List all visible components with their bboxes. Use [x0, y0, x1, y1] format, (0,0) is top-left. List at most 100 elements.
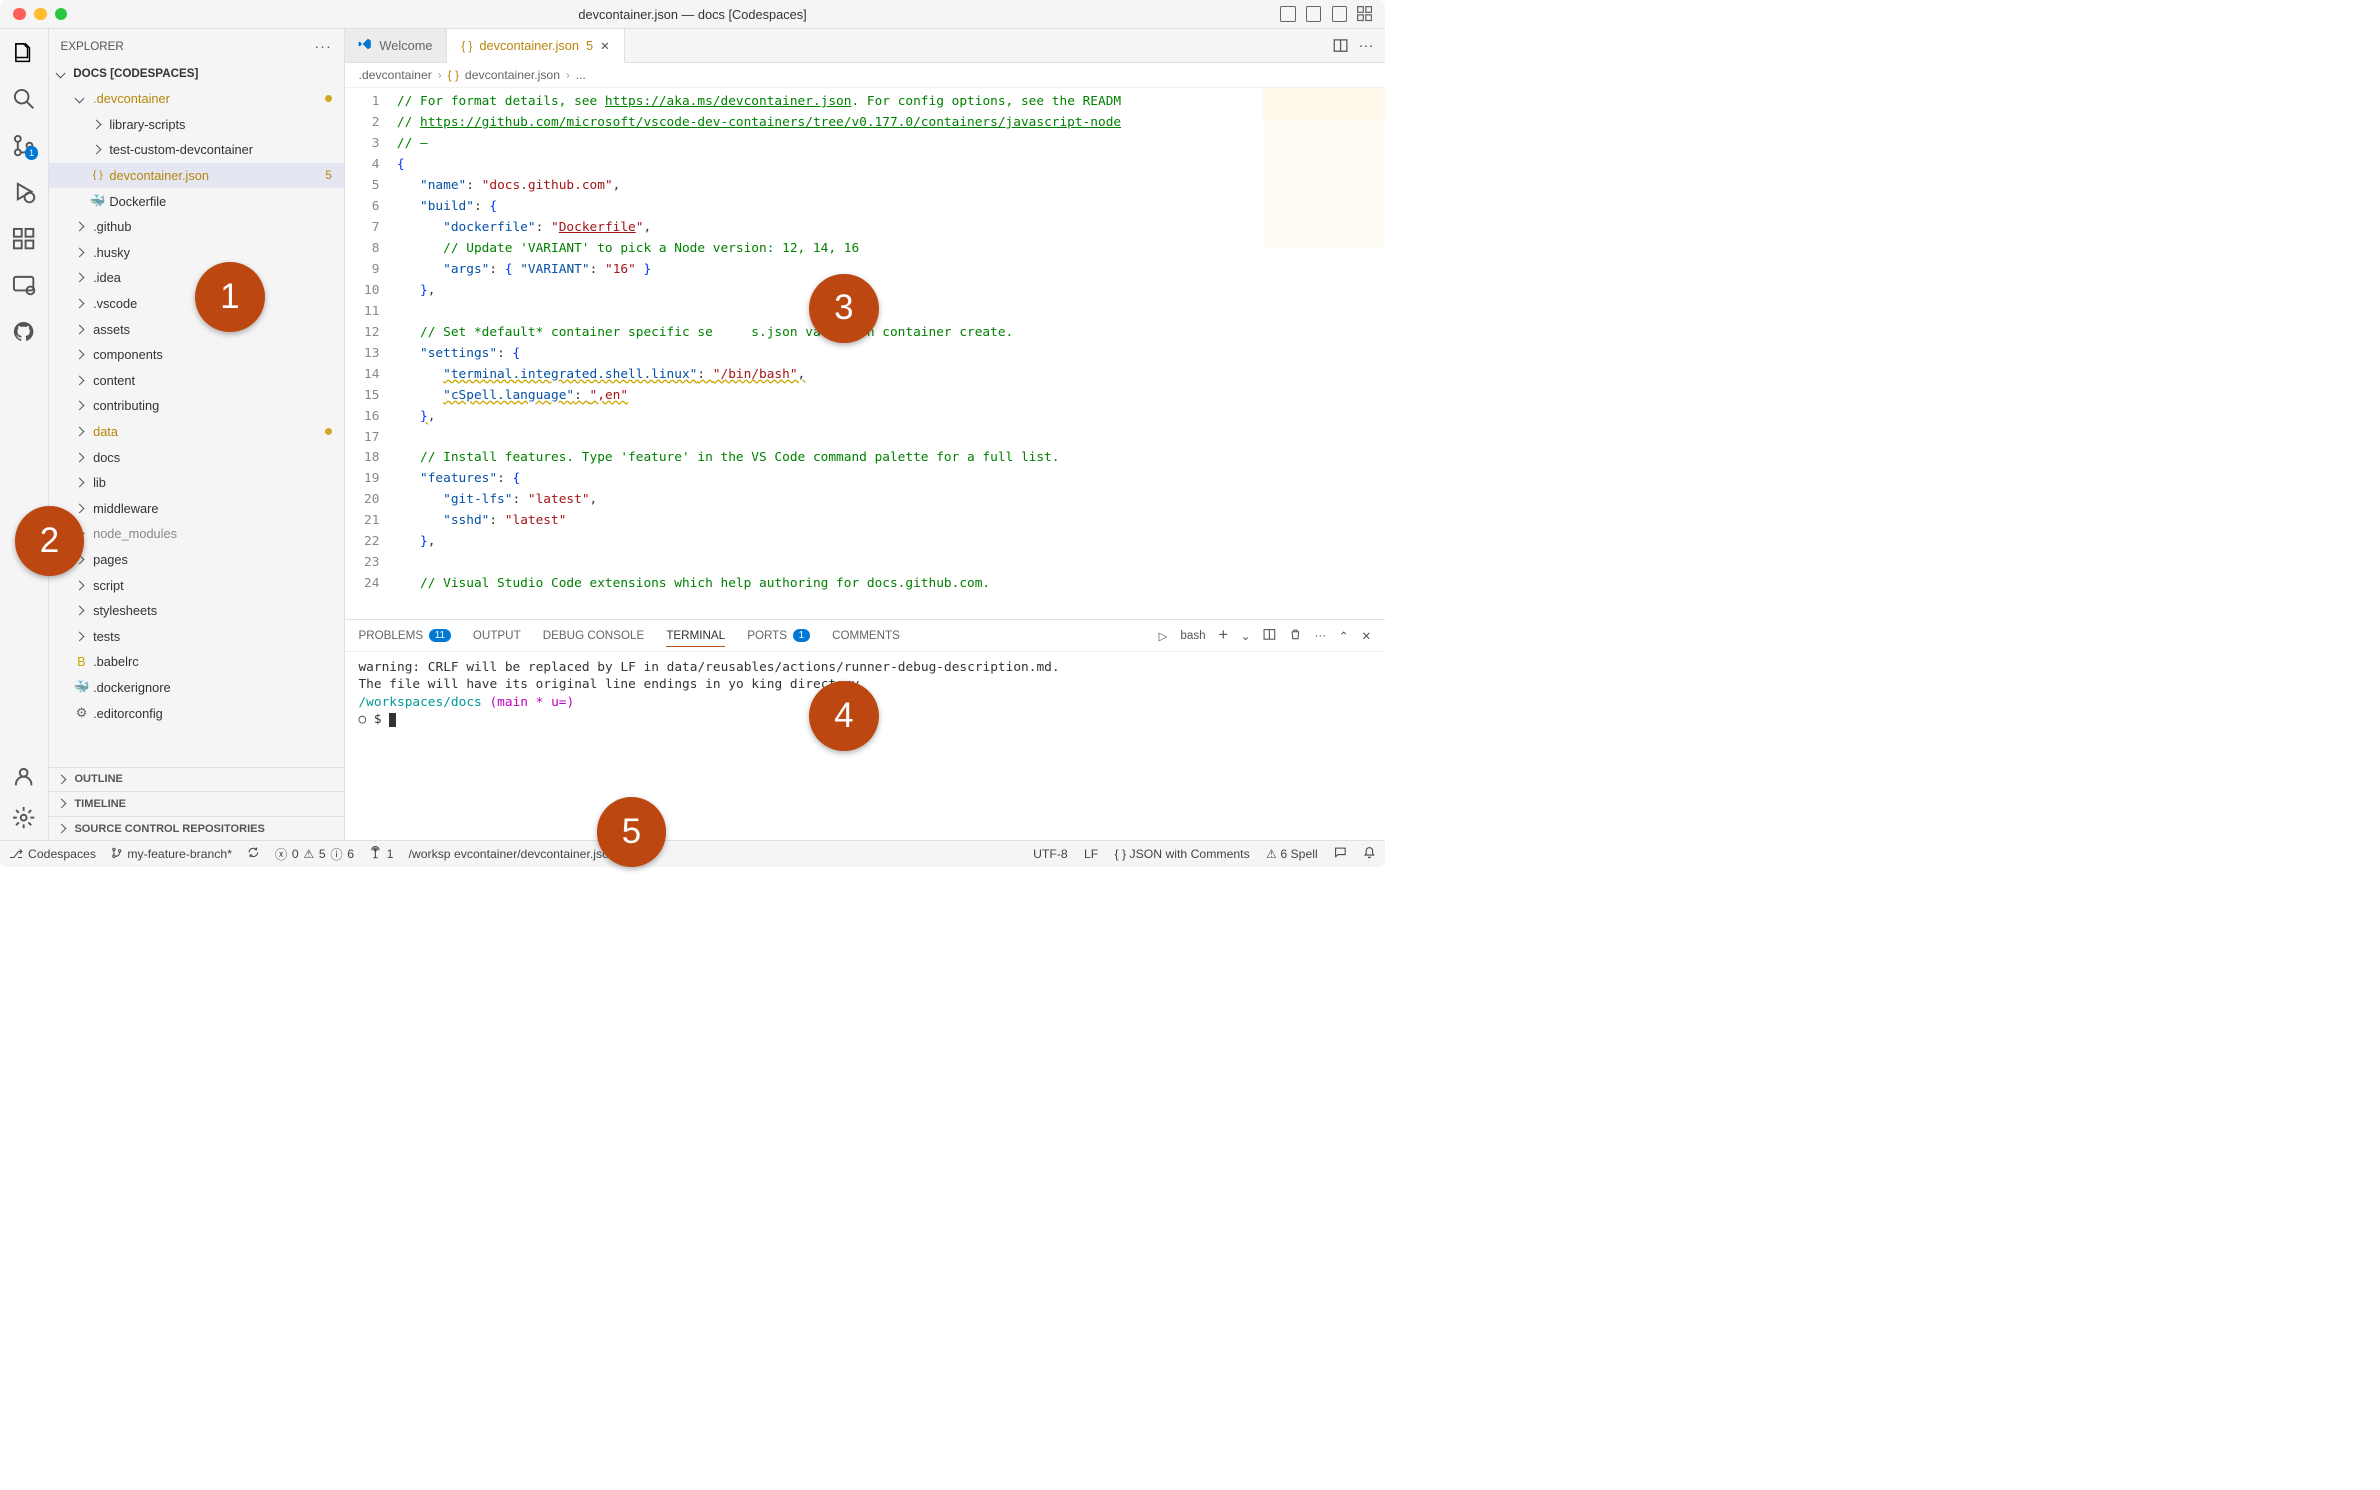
source-control-icon[interactable]: 1 [12, 134, 35, 157]
diagnostics-status[interactable]: ⓧ0 ⚠5 ⓘ6 [275, 845, 354, 863]
sidebar-panel-header[interactable]: SOURCE CONTROL REPOSITORIES [49, 816, 344, 841]
file-tree-item[interactable]: docs [49, 444, 344, 470]
file-tree-item[interactable]: data [49, 419, 344, 445]
file-tree-item[interactable]: 🐳.dockerignore [49, 675, 344, 701]
folder-icon [73, 326, 89, 333]
file-tree-item[interactable]: script [49, 572, 344, 598]
file-tree-item[interactable]: stylesheets [49, 598, 344, 624]
file-tree-item[interactable]: .devcontainer [49, 86, 344, 112]
file-tree-item[interactable]: contributing [49, 393, 344, 419]
annotation-callout-4: 4 [809, 681, 879, 751]
folder-icon [73, 249, 89, 256]
close-panel-icon[interactable]: ✕ [1361, 629, 1371, 643]
breadcrumb[interactable]: .devcontainer › { } devcontainer.json › … [345, 63, 1386, 87]
terminal-launch-icon[interactable]: ▷ [1159, 629, 1168, 643]
settings-gear-icon[interactable] [12, 806, 35, 829]
window-close-button[interactable] [13, 8, 26, 21]
file-tree-item[interactable]: ⚙.editorconfig [49, 700, 344, 726]
layout-panel-icon[interactable] [1306, 6, 1321, 21]
folder-open-icon [73, 95, 89, 102]
ports-tab[interactable]: PORTS 1 [747, 629, 810, 642]
remote-icon[interactable] [12, 273, 35, 296]
layout-sidebar-right-icon[interactable] [1332, 6, 1347, 21]
notifications-icon[interactable] [1363, 846, 1376, 862]
search-icon[interactable] [12, 87, 35, 110]
breadcrumb-item[interactable]: devcontainer.json [465, 68, 560, 82]
file-label: middleware [93, 501, 158, 516]
terminal-dropdown-icon[interactable]: ⌄ [1241, 629, 1251, 643]
language-status[interactable]: { } JSON with Comments [1115, 847, 1250, 861]
new-terminal-icon[interactable]: + [1218, 626, 1228, 645]
comments-tab[interactable]: COMMENTS [832, 629, 900, 642]
window-title: devcontainer.json — docs [Codespaces] [578, 7, 806, 22]
extensions-icon[interactable] [12, 227, 35, 250]
workspace-header[interactable]: DOCS [CODESPACES] [49, 64, 344, 84]
file-tree-item[interactable]: { }devcontainer.json5 [49, 163, 344, 189]
file-tree-item[interactable]: tests [49, 623, 344, 649]
output-tab[interactable]: OUTPUT [473, 629, 521, 642]
panel-more-icon[interactable]: ··· [1314, 629, 1326, 642]
window-maximize-button[interactable] [55, 8, 68, 21]
file-tree-item[interactable]: B.babelrc [49, 649, 344, 675]
spell-status[interactable]: ⚠ 6 Spell [1266, 847, 1318, 861]
close-tab-icon[interactable]: ✕ [600, 39, 610, 53]
problems-tab[interactable]: PROBLEMS 11 [358, 629, 450, 642]
explorer-more-icon[interactable]: ··· [314, 38, 331, 54]
debug-icon[interactable] [12, 180, 35, 203]
file-tree-item[interactable]: .github [49, 214, 344, 240]
file-tree-item[interactable]: 🐳Dockerfile [49, 188, 344, 214]
file-label: .editorconfig [93, 706, 163, 721]
github-icon[interactable] [12, 320, 35, 343]
file-tree-item[interactable]: components [49, 342, 344, 368]
split-editor-icon[interactable] [1333, 37, 1348, 54]
code-editor[interactable]: // For format details, see https://aka.m… [397, 88, 1385, 620]
editor-tab[interactable]: Welcome [345, 29, 448, 62]
file-label: Dockerfile [109, 194, 166, 209]
editor-tab[interactable]: { }devcontainer.json5✕ [447, 29, 624, 63]
file-path-status[interactable]: /worksp evcontainer/devcontainer.json [409, 847, 616, 861]
terminal-shell-label[interactable]: bash [1180, 629, 1205, 642]
file-label: content [93, 373, 135, 388]
layout-sidebar-left-icon[interactable] [1280, 6, 1295, 21]
codespaces-status[interactable]: ⎇ Codespaces [9, 847, 96, 861]
explorer-icon[interactable] [12, 41, 35, 64]
git-branch-status[interactable]: my-feature-branch* [111, 847, 232, 862]
breadcrumb-item[interactable]: ... [576, 68, 586, 82]
minimap[interactable] [1263, 88, 1385, 620]
sidebar-panel-header[interactable]: OUTLINE [49, 767, 344, 792]
encoding-status[interactable]: UTF-8 [1033, 847, 1068, 861]
terminal-tab[interactable]: TERMINAL [666, 629, 725, 646]
modified-dot-icon [325, 428, 332, 435]
file-tree-item[interactable]: lib [49, 470, 344, 496]
file-label: components [93, 347, 163, 362]
title-bar: devcontainer.json — docs [Codespaces] [0, 0, 1385, 29]
tab-more-icon[interactable]: ··· [1358, 37, 1373, 54]
info-icon: ⓘ [330, 845, 342, 863]
feedback-icon[interactable] [1334, 846, 1347, 862]
maximize-panel-icon[interactable]: ⌃ [1339, 629, 1349, 643]
debug-console-tab[interactable]: DEBUG CONSOLE [543, 629, 644, 642]
window-minimize-button[interactable] [34, 8, 47, 21]
file-tree-item[interactable]: library-scripts [49, 112, 344, 138]
split-terminal-icon[interactable] [1263, 628, 1276, 644]
file-label: stylesheets [93, 603, 157, 618]
port-forward-status[interactable]: 1 [369, 846, 393, 862]
layout-grid-icon[interactable] [1357, 6, 1372, 21]
sidebar-panel-header[interactable]: TIMELINE [49, 791, 344, 816]
file-tree-item[interactable]: test-custom-devcontainer [49, 137, 344, 163]
file-label: .babelrc [93, 654, 139, 669]
breadcrumb-item[interactable]: .devcontainer [358, 68, 431, 82]
file-tree-item[interactable]: middleware [49, 495, 344, 521]
sync-status[interactable] [247, 846, 260, 862]
terminal-output[interactable]: warning: CRLF will be replaced by LF in … [345, 652, 1386, 841]
kill-terminal-icon[interactable] [1289, 628, 1302, 644]
file-tree-item[interactable]: assets [49, 316, 344, 342]
file-tree-item[interactable]: node_modules [49, 521, 344, 547]
file-tree-item[interactable]: content [49, 368, 344, 394]
folder-icon [73, 300, 89, 307]
file-tree-item[interactable]: .husky [49, 240, 344, 266]
folder-icon [73, 377, 89, 384]
eol-status[interactable]: LF [1084, 847, 1098, 861]
file-tree-item[interactable]: pages [49, 547, 344, 573]
account-icon[interactable] [12, 765, 35, 788]
